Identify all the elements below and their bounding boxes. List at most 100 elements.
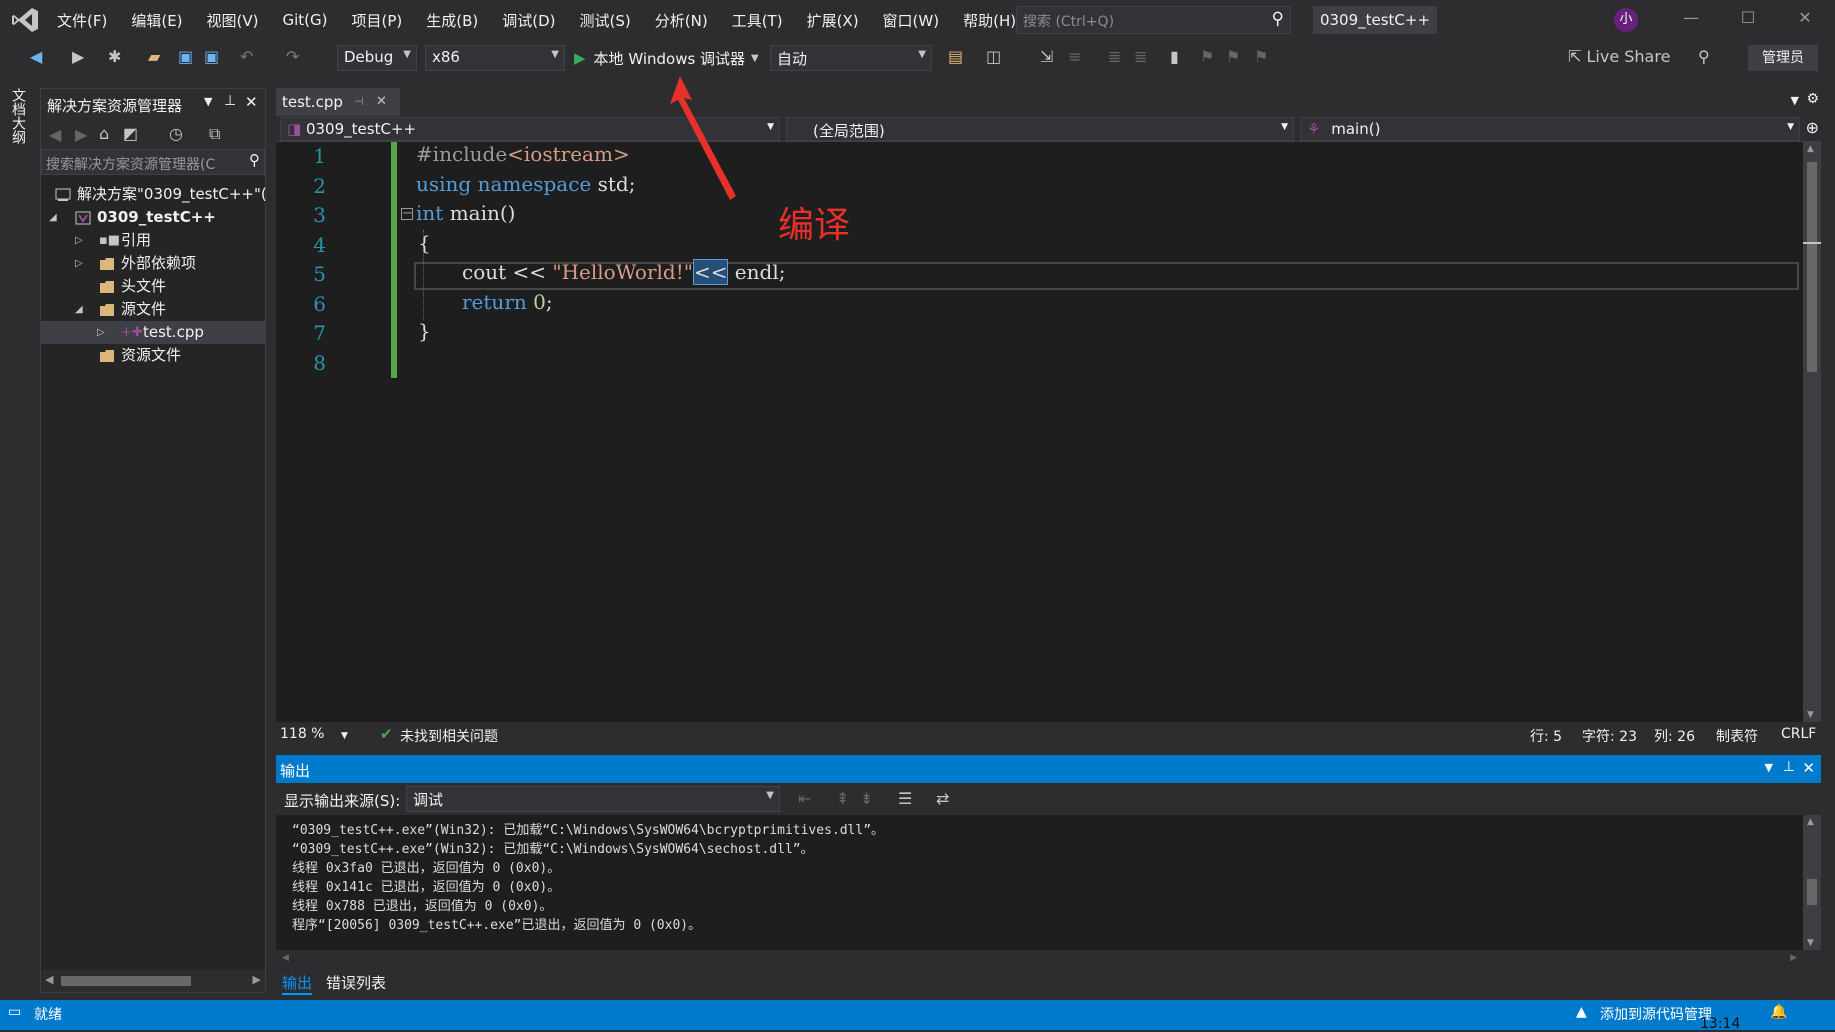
tree-item-resource-files[interactable]: 资源文件: [41, 344, 265, 367]
scroll-right-icon[interactable]: ▶: [253, 973, 261, 986]
close-icon[interactable]: ✕: [1790, 8, 1820, 32]
add-to-source-control-button[interactable]: 添加到源代码管理: [1600, 1004, 1712, 1024]
home-icon[interactable]: ⌂: [99, 124, 109, 143]
menu-debug[interactable]: 调试(D): [490, 10, 567, 31]
notifications-icon[interactable]: 🔔: [1770, 1004, 1787, 1020]
forward-icon[interactable]: ▶: [72, 47, 84, 66]
collapse-arrow-icon[interactable]: ▷: [75, 252, 83, 275]
split-icon[interactable]: ⊕: [1806, 118, 1819, 137]
menu-edit[interactable]: 编辑(E): [119, 10, 194, 31]
solution-search-input[interactable]: 搜索解决方案资源管理器(C ⚲: [41, 149, 265, 175]
back-icon[interactable]: ◀: [49, 125, 61, 144]
menu-git[interactable]: Git(G): [271, 11, 340, 29]
scroll-down-icon[interactable]: ▼: [1807, 710, 1814, 720]
menu-build[interactable]: 生成(B): [414, 10, 490, 31]
output-vertical-scrollbar[interactable]: ▲ ▼: [1803, 815, 1821, 950]
code-editor[interactable]: 1 2 3 4 5 6 7 8 − #include<iostream> usi…: [276, 142, 1803, 722]
pin-icon[interactable]: ⊥: [1783, 759, 1795, 775]
forward-icon[interactable]: ▶: [75, 125, 87, 144]
expand-arrow-icon[interactable]: ◢: [75, 298, 83, 321]
menu-analyze[interactable]: 分析(N): [643, 10, 720, 31]
scroll-thumb[interactable]: [61, 976, 191, 986]
indent-mode-indicator[interactable]: 制表符: [1716, 726, 1758, 746]
publish-icon[interactable]: ◫: [986, 47, 1001, 66]
scroll-up-icon[interactable]: ▲: [1807, 817, 1814, 827]
scroll-thumb[interactable]: [1807, 879, 1817, 905]
prev-bookmark-icon[interactable]: ⚑: [1200, 47, 1214, 66]
tree-item-source-files[interactable]: ◢ 源文件: [41, 298, 265, 321]
prev-message-icon[interactable]: ⇞: [836, 789, 849, 808]
collapse-arrow-icon[interactable]: ▷: [75, 229, 83, 252]
open-folder-icon[interactable]: ▰: [148, 47, 160, 66]
step-icon[interactable]: ⇲: [1040, 47, 1053, 66]
gear-icon[interactable]: ⚙: [1806, 91, 1819, 107]
scroll-left-icon[interactable]: ◀: [282, 953, 289, 963]
collapse-arrow-icon[interactable]: ▷: [97, 321, 105, 344]
collapse-region-icon[interactable]: −: [401, 207, 413, 220]
panel-menu-icon[interactable]: ▼: [204, 95, 212, 108]
visual-studio-logo-icon[interactable]: [10, 6, 40, 34]
tree-item-external-deps[interactable]: ▷ 外部依赖项: [41, 252, 265, 275]
menu-file[interactable]: 文件(F): [45, 10, 119, 31]
tab-list-icon[interactable]: ▼: [1791, 94, 1799, 107]
tab-output[interactable]: 输出: [282, 972, 313, 995]
run-mode-select[interactable]: 自动 ▼: [770, 45, 932, 71]
configuration-select[interactable]: Debug ▼: [337, 45, 417, 71]
output-source-select[interactable]: 调试 ▼: [406, 786, 780, 812]
output-horizontal-scrollbar[interactable]: ◀ ▶: [276, 950, 1803, 968]
tree-item-header-files[interactable]: 头文件: [41, 275, 265, 298]
browse-folder-icon[interactable]: ▤: [948, 47, 963, 66]
pin-icon[interactable]: ⊥: [224, 93, 236, 109]
word-wrap-icon[interactable]: ⇄: [936, 789, 949, 808]
next-message-icon[interactable]: ⇟: [860, 789, 873, 808]
collapse-all-icon[interactable]: ⧉: [209, 124, 220, 144]
feedback-icon[interactable]: ⚲: [1698, 47, 1710, 66]
tree-item-references[interactable]: ▷ ▪■ 引用: [41, 229, 265, 252]
member-select[interactable]: ⚘ main() ▼: [1300, 117, 1800, 141]
scroll-up-icon[interactable]: ▲: [1807, 144, 1814, 154]
save-all-icon[interactable]: ▣: [204, 47, 219, 66]
menu-extensions[interactable]: 扩展(X): [795, 10, 871, 31]
scope-select[interactable]: (全局范围) ▼: [786, 117, 1294, 141]
scroll-left-icon[interactable]: ◀: [45, 973, 53, 986]
switch-views-icon[interactable]: ◩: [123, 124, 138, 143]
platform-select[interactable]: x86 ▼: [425, 45, 565, 71]
tree-item-project[interactable]: ◢ 0309_testC++: [41, 206, 265, 229]
search-icon[interactable]: ⚲: [1272, 9, 1284, 29]
format-icon[interactable]: ≡: [1068, 47, 1081, 66]
indent-icon[interactable]: ≣: [1108, 47, 1121, 66]
maximize-icon[interactable]: ☐: [1733, 8, 1763, 32]
menu-window[interactable]: 窗口(W): [871, 10, 952, 31]
line-indicator[interactable]: 行: 5: [1530, 726, 1562, 746]
clear-all-icon[interactable]: ☰: [898, 789, 912, 808]
minimize-icon[interactable]: —: [1676, 8, 1706, 32]
horizontal-scrollbar[interactable]: ◀ ▶: [41, 970, 265, 992]
close-icon[interactable]: ✕: [1802, 759, 1815, 777]
close-icon[interactable]: ✕: [376, 94, 387, 109]
start-debugging-button[interactable]: ▶ 本地 Windows 调试器 ▼: [574, 45, 759, 71]
tree-item-solution[interactable]: 解决方案"0309_testC++"(: [41, 183, 267, 206]
expand-arrow-icon[interactable]: ◢: [49, 206, 57, 229]
close-icon[interactable]: ✕: [245, 93, 258, 111]
tab-error-list[interactable]: 错误列表: [326, 972, 386, 993]
tab-test-cpp[interactable]: test.cpp ⊣ ✕: [276, 88, 400, 116]
menu-view[interactable]: 视图(V): [195, 10, 271, 31]
zoom-select[interactable]: 118 % ▼: [280, 726, 348, 742]
issues-status[interactable]: 未找到相关问题: [400, 726, 498, 746]
pin-icon[interactable]: ⊣: [354, 95, 364, 108]
menu-test[interactable]: 测试(S): [568, 10, 643, 31]
scroll-thumb[interactable]: [1807, 162, 1817, 372]
column-indicator[interactable]: 列: 26: [1654, 726, 1695, 746]
outdent-icon[interactable]: ≣: [1134, 47, 1147, 66]
undo-icon[interactable]: ↶: [240, 47, 253, 66]
go-to-location-icon[interactable]: ⇤: [798, 789, 811, 808]
redo-icon[interactable]: ↷: [286, 47, 299, 66]
panel-menu-icon[interactable]: ▼: [1765, 761, 1773, 774]
menu-project[interactable]: 项目(P): [340, 10, 415, 31]
line-ending-indicator[interactable]: CRLF: [1781, 726, 1816, 742]
document-outline-tab[interactable]: 文档大纲: [10, 88, 28, 144]
search-icon[interactable]: ⚲: [249, 151, 260, 169]
chevron-down-icon[interactable]: ▼: [751, 53, 759, 64]
char-indicator[interactable]: 字符: 23: [1582, 726, 1637, 746]
admin-badge[interactable]: 管理员: [1748, 45, 1818, 71]
